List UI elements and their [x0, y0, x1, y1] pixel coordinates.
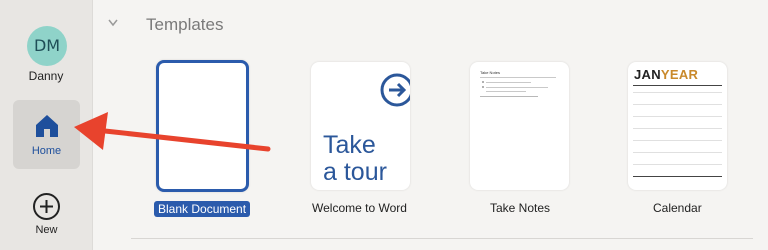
text-line [480, 96, 538, 97]
chevron-down-icon[interactable] [107, 18, 119, 28]
section-title: Templates [146, 15, 224, 34]
template-take-notes[interactable]: Take Notes [470, 62, 569, 190]
sidebar-item-home[interactable]: Home [13, 100, 80, 169]
thumbnail-text: Take a tour [323, 131, 387, 186]
template-label[interactable]: Take Notes [490, 201, 550, 215]
arrow-right-circle-icon [380, 73, 410, 107]
user-name: Danny [28, 69, 64, 83]
text-line [486, 82, 531, 83]
template-label[interactable]: Calendar [653, 201, 702, 215]
divider [480, 77, 556, 78]
avatar[interactable]: DM [27, 26, 67, 66]
divider [633, 176, 722, 177]
template-blank-document[interactable] [156, 60, 249, 192]
divider [633, 116, 722, 117]
divider [633, 85, 722, 86]
template-label[interactable]: Welcome to Word [312, 201, 407, 215]
home-icon [36, 115, 58, 137]
text-line [486, 91, 526, 92]
thumbnail-title: Take Notes [480, 70, 501, 75]
sidebar-item-new[interactable]: New [13, 190, 80, 240]
bullet [482, 86, 484, 88]
sidebar-item-label: New [35, 224, 58, 236]
template-welcome-to-word[interactable]: Take a tour [311, 62, 410, 190]
divider [633, 128, 722, 129]
template-label[interactable]: Blank Document [154, 201, 251, 217]
template-calendar[interactable]: JANYEAR [628, 62, 727, 190]
divider [633, 164, 722, 165]
divider [633, 152, 722, 153]
main-content: Templates Blank Document Take a tour Wel… [93, 0, 768, 250]
text-line [486, 87, 548, 88]
plus-circle-icon [33, 193, 60, 220]
divider [131, 238, 753, 239]
divider [633, 140, 722, 141]
divider [633, 92, 722, 93]
sidebar-item-label: Home [31, 145, 62, 157]
sidebar: DM Danny Home New [0, 0, 93, 250]
divider [633, 104, 722, 105]
bullet [482, 81, 484, 83]
thumbnail-title: JANYEAR [634, 67, 699, 82]
